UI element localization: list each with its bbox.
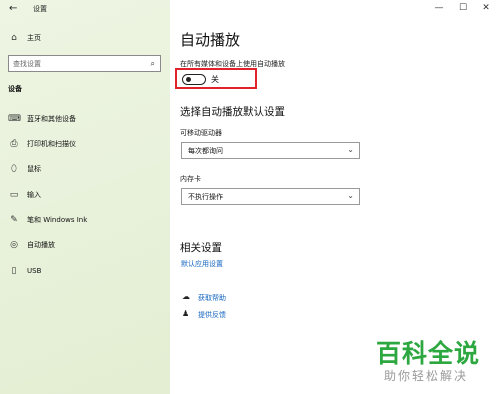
sidebar-item-home[interactable]: ⌂ 主页 (0, 29, 170, 47)
toggle-state-label: 关 (211, 75, 219, 84)
sidebar-item-label: 鼠标 (27, 165, 41, 173)
section-label: 设备 (8, 85, 22, 93)
default-apps-link[interactable]: 默认应用设置 (181, 259, 223, 269)
defaults-heading: 选择自动播放默认设置 (180, 106, 285, 118)
autoplay-icon: ◎ (10, 240, 18, 250)
bluetooth-icon: ⌨ (8, 114, 21, 124)
home-icon: ⌂ (11, 33, 17, 43)
related-heading: 相关设置 (180, 242, 222, 254)
sidebar-item-label: 主页 (27, 34, 41, 42)
sidebar-item-autoplay[interactable]: ◎ 自动播放 (0, 236, 170, 254)
watermark-slogan: 助你轻松解决 (384, 369, 469, 383)
help-icon: ☁ (182, 292, 190, 301)
sidebar-item-label: 自动播放 (27, 241, 55, 249)
back-arrow-icon[interactable]: ← (9, 3, 17, 14)
feedback-link[interactable]: 提供反馈 (198, 310, 226, 320)
memory-card-label: 内存卡 (180, 175, 201, 183)
removable-drive-label: 可移动驱动器 (180, 129, 222, 137)
removable-drive-value: 每次都询问 (188, 146, 223, 155)
keyboard-icon: ▭ (9, 190, 19, 200)
toggle-knob (186, 77, 191, 82)
mouse-icon: ⬯ (11, 164, 17, 174)
sidebar-item-label: 蓝牙和其他设备 (27, 115, 76, 123)
chevron-down-icon: ⌄ (347, 145, 354, 154)
minimize-button[interactable]: — (432, 3, 446, 13)
close-button[interactable]: ✕ (479, 3, 493, 13)
sidebar-item-typing[interactable]: ▭ 输入 (0, 186, 170, 204)
search-input[interactable]: 查找设置 ⌕ (8, 55, 161, 72)
maximize-button[interactable]: ☐ (456, 3, 470, 13)
search-placeholder: 查找设置 (13, 59, 41, 68)
sidebar-item-mouse[interactable]: ⬯ 鼠标 (0, 160, 170, 178)
sidebar-item-label: USB (27, 267, 42, 275)
watermark-logo: 百科全说 (376, 339, 481, 368)
pen-icon: ✎ (10, 215, 18, 225)
printer-icon: ⎙ (10, 139, 18, 149)
autoplay-toggle[interactable] (182, 74, 206, 85)
chevron-down-icon: ⌄ (347, 191, 354, 200)
sidebar-item-label: 输入 (27, 191, 41, 199)
sidebar-item-pen[interactable]: ✎ 笔和 Windows Ink (0, 211, 170, 229)
removable-drive-select[interactable]: 每次都询问 ⌄ (181, 142, 360, 159)
page-title: 自动播放 (180, 31, 241, 49)
search-icon: ⌕ (150, 59, 155, 68)
sidebar-item-label: 笔和 Windows Ink (27, 216, 88, 224)
sidebar: ← 设置 ⌂ 主页 查找设置 ⌕ 设备 ⌨ 蓝牙和其他设备 ⎙ 打印机和扫描仪 … (0, 0, 170, 394)
sidebar-item-label: 打印机和扫描仪 (27, 140, 76, 148)
feedback-icon: ♟ (182, 309, 190, 318)
usb-icon: ▯ (11, 266, 17, 276)
memory-card-select[interactable]: 不执行操作 ⌄ (181, 188, 360, 205)
sidebar-item-usb[interactable]: ▯ USB (0, 262, 170, 280)
sidebar-item-printers[interactable]: ⎙ 打印机和扫描仪 (0, 135, 170, 153)
sidebar-item-bluetooth[interactable]: ⌨ 蓝牙和其他设备 (0, 110, 170, 128)
memory-card-value: 不执行操作 (188, 192, 223, 201)
window-title: 设置 (33, 5, 47, 13)
get-help-link[interactable]: 获取帮助 (198, 293, 226, 303)
